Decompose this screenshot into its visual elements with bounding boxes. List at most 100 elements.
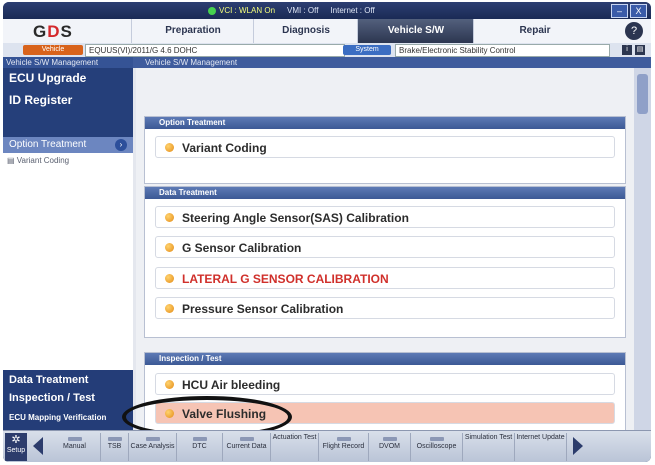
bullet-icon [165,380,174,389]
sidebar-item-ecu-upgrade[interactable]: ECU Upgrade [3,68,133,89]
toolbar-current-data[interactable]: Current Data [223,433,271,461]
window-controls: – X [611,4,647,18]
internet-status: Internet : Off [330,6,375,15]
scrollbar-thumb[interactable] [637,74,648,114]
setup-button[interactable]: ✲ Setup [5,433,27,461]
toolbar-oscilloscope[interactable]: Oscilloscope [411,433,463,461]
logo-text-d: D [47,22,61,41]
toolbar-tsb[interactable]: TSB [101,433,129,461]
sidebar-item-inspection-test[interactable]: Inspection / Test [9,392,95,404]
sidebar-item-data-treatment[interactable]: Data Treatment [9,374,88,386]
toolbar-flight-record[interactable]: Flight Record [319,433,369,461]
arrow-left-icon[interactable] [33,437,43,455]
section-data-treatment: Data Treatment Steering Angle Sensor(SAS… [144,186,626,338]
toolbar-case-analysis[interactable]: Case Analysis [129,433,177,461]
wlan-indicator-icon [208,6,216,15]
sidebar-subitem-variant-coding[interactable]: ▤ Variant Coding [7,156,69,165]
bullet-icon [165,143,174,152]
menu-item-label: Steering Angle Sensor(SAS) Calibration [182,211,409,225]
sidebar-header: Vehicle S/W Management [3,57,136,68]
vehicle-button[interactable]: Vehicle [23,45,83,55]
toolbar-label: Current Data [226,443,267,450]
content-area: Option Treatment Variant Coding Data Tre… [136,68,634,432]
tab-diagnosis[interactable]: Diagnosis [253,19,358,43]
toolbar-manual[interactable]: Manual [49,433,101,461]
toolbar-simulation-test[interactable]: Simulation Test [463,433,515,461]
gds-logo: GDS [33,22,73,42]
sidebar-item-option-treatment[interactable]: Option Treatment › [3,137,133,153]
vci-label: VCI : WLAN On [219,6,276,15]
menu-item-variant-coding[interactable]: Variant Coding [155,136,615,158]
sidebar-item-id-register[interactable]: ID Register [3,89,133,137]
sidebar-subitem-label: Variant Coding [16,156,70,165]
tab-preparation[interactable]: Preparation [131,19,254,43]
bullet-icon [165,274,174,283]
bullet-icon [165,304,174,313]
toolbar-label: Case Analysis [130,443,175,450]
oscilloscope-icon [429,437,444,441]
gear-icon: ✲ [11,434,21,446]
toolbar-internet-update[interactable]: Internet Update [515,433,567,461]
menu-item-label: HCU Air bleeding [182,378,281,392]
logo-text-g: G [33,22,48,41]
gds-window: VCI : WLAN On VMI : Off Internet : Off –… [3,2,651,462]
close-icon[interactable]: X [630,4,647,18]
toolbar-label: Oscilloscope [416,443,457,450]
vci-status: VCI : WLAN On [208,6,275,15]
section-title: Option Treatment [145,117,625,129]
tab-repair[interactable]: Repair [473,19,596,43]
main-panel: Vehicle S/W Management Option Treatment … [133,57,651,432]
chevron-right-icon: › [115,139,127,151]
flight-record-icon [336,437,351,441]
system-field: Brake/Electronic Stability Control [395,44,610,57]
minimize-icon[interactable]: – [611,4,628,18]
toolbar-actuation-test[interactable]: Actuation Test [271,433,319,461]
toolbar-label: Simulation Test [464,434,513,441]
menu-item-g-sensor-calibration[interactable]: G Sensor Calibration [155,236,615,258]
menu-item-hcu-air-bleeding[interactable]: HCU Air bleeding [155,373,615,395]
vehicle-info-bar: Vehicle EQUUS(VI)/2011/G 4.6 DOHC System… [3,43,651,57]
tsb-icon [107,437,122,441]
sidebar-bottom-group: Data Treatment Inspection / Test ECU Map… [3,370,133,430]
tab-vehicle-sw-management[interactable]: Vehicle S/W Management [357,19,474,60]
menu-item-pressure-sensor-calibration[interactable]: Pressure Sensor Calibration [155,297,615,319]
status-bar: VCI : WLAN On VMI : Off Internet : Off –… [3,2,651,19]
main-tab-bar: GDS Preparation Diagnosis Vehicle S/W Ma… [3,19,651,60]
menu-item-label: LATERAL G SENSOR CALIBRATION [182,272,389,286]
case-analysis-icon [145,437,160,441]
section-title: Data Treatment [145,187,625,199]
main-header: Vehicle S/W Management [133,57,651,68]
toolbar-label: Internet Update [516,434,565,441]
setup-label: Setup [6,447,26,454]
sidebar: Vehicle S/W Management ECU Upgrade ID Re… [3,57,136,430]
toolbar-dvom[interactable]: DVOM [369,433,411,461]
vehicle-field: EQUUS(VI)/2011/G 4.6 DOHC [85,44,345,57]
info-icon[interactable]: i [622,45,632,55]
manual-icon [67,437,82,441]
toolbar-label: Actuation Test [272,434,317,441]
toolbar-label: DTC [192,443,207,450]
arrow-right-icon[interactable] [573,437,583,455]
sidebar-item-ecu-mapping[interactable]: ECU Mapping Verification [9,413,106,422]
print-icon[interactable]: ▤ [635,45,645,55]
toolbar-label: Manual [63,443,86,450]
menu-item-sas-calibration[interactable]: Steering Angle Sensor(SAS) Calibration [155,206,615,228]
bullet-icon [165,243,174,252]
connection-status: VCI : WLAN On VMI : Off Internet : Off [208,4,375,17]
toolbar-label: Flight Record [322,443,365,450]
dvom-icon [382,437,397,441]
dtc-icon [192,437,207,441]
menu-item-lateral-g-calibration[interactable]: LATERAL G SENSOR CALIBRATION [155,267,615,289]
help-icon[interactable]: ? [625,22,643,40]
toolbar-label: DVOM [379,443,400,450]
toolbar-label: TSB [107,443,122,450]
bottom-toolbar: ✲ Setup Manual TSB Case Analysis DTC Curr… [3,430,651,462]
current-data-icon [239,437,254,441]
menu-item-label: Pressure Sensor Calibration [182,302,344,316]
system-button[interactable]: System [343,45,391,55]
bullet-icon [165,213,174,222]
vertical-scrollbar[interactable] [634,68,651,430]
logo-text-s: S [60,22,73,41]
toolbar-dtc[interactable]: DTC [177,433,223,461]
menu-item-label: G Sensor Calibration [182,241,302,255]
